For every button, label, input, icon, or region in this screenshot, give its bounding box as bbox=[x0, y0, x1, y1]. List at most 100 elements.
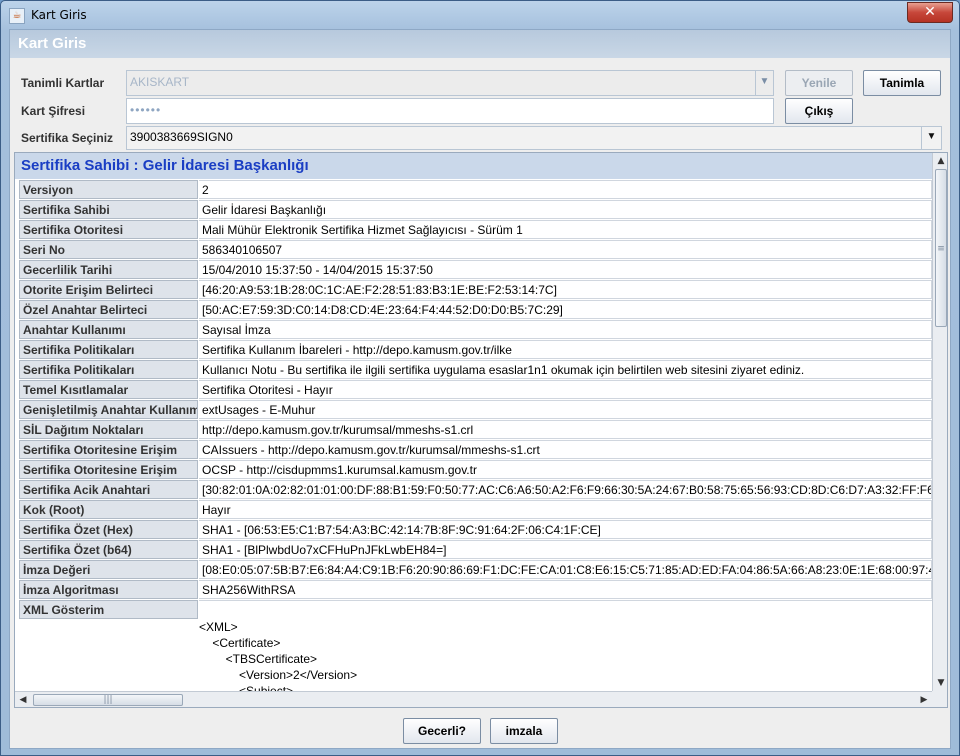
property-key: Genişletilmiş Anahtar Kullanımı bbox=[19, 400, 198, 419]
cert-property-row: Sertifika Özet (b64) SHA1 - [BlPlwbdUo7xC… bbox=[19, 540, 932, 560]
validate-button[interactable]: Gecerli? bbox=[403, 718, 481, 744]
pin-label: Kart Şifresi bbox=[21, 104, 86, 118]
property-value[interactable]: Sertifika Kullanım İbareleri - http://de… bbox=[199, 340, 932, 359]
card-label: Tanimli Kartlar bbox=[21, 76, 105, 90]
property-key: Sertifika Otoritesi bbox=[19, 220, 198, 239]
property-key: Sertifika Politikaları bbox=[19, 360, 198, 379]
cert-property-row: Sertifika Özet (Hex) SHA1 - [06:53:E5:C1:… bbox=[19, 520, 932, 540]
certificate-details-panel: Sertifika Sahibi : Gelir İdaresi Başkanl… bbox=[14, 152, 948, 708]
property-key: Versiyon bbox=[19, 180, 198, 199]
cert-property-row: Sertifika Otoritesi Mali Mühür Elektronik… bbox=[19, 220, 932, 240]
property-value[interactable]: [30:82:01:0A:02:82:01:01:00:DF:88:B1:59:… bbox=[199, 480, 932, 499]
vertical-scroll-thumb[interactable]: ≡ bbox=[935, 169, 947, 327]
cert-property-row: Otorite Erişim Belirteci [46:20:A9:53:1B:… bbox=[19, 280, 932, 300]
cert-property-row: Seri No 586340106507 bbox=[19, 240, 932, 260]
arrow-down-icon[interactable]: ▼ bbox=[933, 675, 947, 691]
pin-input[interactable]: •••••• bbox=[126, 98, 774, 124]
cert-property-row: Gecerlilik Tarihi 15/04/2010 15:37:50 - 1… bbox=[19, 260, 932, 280]
client-area: Kart Giris Tanimli Kartlar AKISKART ▼ Ye… bbox=[9, 29, 951, 749]
property-key: Otorite Erişim Belirteci bbox=[19, 280, 198, 299]
cert-property-row: Genişletilmiş Anahtar Kullanımı extUsages… bbox=[19, 400, 932, 420]
property-key: Sertifika Özet (Hex) bbox=[19, 520, 198, 539]
property-key: Seri No bbox=[19, 240, 198, 259]
property-value[interactable]: Gelir İdaresi Başkanlığı bbox=[199, 200, 932, 219]
cert-property-row: Sertifika Acik Anahtari [30:82:01:0A:02:8… bbox=[19, 480, 932, 500]
property-value[interactable]: Sertifika Otoritesi - Hayır bbox=[199, 380, 932, 399]
refresh-button[interactable]: Yenile bbox=[785, 70, 853, 96]
sign-button[interactable]: imzala bbox=[490, 718, 558, 744]
property-value[interactable]: 2 bbox=[199, 180, 932, 199]
property-value[interactable]: 586340106507 bbox=[199, 240, 932, 259]
cert-property-row: Versiyon 2 bbox=[19, 180, 932, 200]
cert-property-row: Temel Kısıtlamalar Sertifika Otoritesi - … bbox=[19, 380, 932, 400]
chevron-down-icon[interactable]: ▼ bbox=[755, 71, 773, 95]
horizontal-scrollbar[interactable]: ◀ ||| ▶ bbox=[15, 691, 932, 707]
java-cup-icon: ☕ bbox=[9, 8, 25, 24]
property-value[interactable]: Kullanıcı Notu - Bu sertifika ile ilgili… bbox=[199, 360, 932, 379]
property-key: Kok (Root) bbox=[19, 500, 198, 519]
cert-property-row: Sertifika Politikaları Kullanıcı Notu - B… bbox=[19, 360, 932, 380]
close-button[interactable]: ✕ bbox=[907, 2, 953, 23]
property-value[interactable]: [50:AC:E7:59:3D:C0:14:D8:CD:4E:23:64:F4:… bbox=[199, 300, 932, 319]
property-key: Sertifika Özet (b64) bbox=[19, 540, 198, 559]
property-key: Sertifika Sahibi bbox=[19, 200, 198, 219]
cert-property-row: SİL Dağıtım Noktaları http://depo.kamusm… bbox=[19, 420, 932, 440]
property-value[interactable]: http://depo.kamusm.gov.tr/kurumsal/mmesh… bbox=[199, 420, 932, 439]
window-title: Kart Giris bbox=[31, 8, 87, 22]
property-key: Anahtar Kullanımı bbox=[19, 320, 198, 339]
property-key: Özel Anahtar Belirteci bbox=[19, 300, 198, 319]
property-key: İmza Algoritması bbox=[19, 580, 198, 599]
xml-key: XML Gösterim bbox=[19, 600, 198, 619]
property-value[interactable]: [46:20:A9:53:1B:28:0C:1C:AE:F2:28:51:83:… bbox=[199, 280, 932, 299]
exit-button[interactable]: Çıkış bbox=[785, 98, 853, 124]
property-key: Sertifika Acik Anahtari bbox=[19, 480, 198, 499]
application-window: ☕ Kart Giris ✕ Kart Giris Tanimli Kartla… bbox=[0, 0, 960, 756]
cert-property-row: Sertifika Sahibi Gelir İdaresi Başkanlığı bbox=[19, 200, 932, 220]
cert-select-value: 3900383669SIGN0 bbox=[130, 130, 233, 144]
cert-property-row: Özel Anahtar Belirteci [50:AC:E7:59:3D:C0… bbox=[19, 300, 932, 320]
arrow-right-icon[interactable]: ▶ bbox=[916, 692, 932, 707]
property-value[interactable]: Hayır bbox=[199, 500, 932, 519]
card-select[interactable]: AKISKART ▼ bbox=[126, 70, 774, 96]
property-value[interactable]: SHA1 - [BlPlwbdUo7xCFHuPnJFkLwbEH84=] bbox=[199, 540, 932, 559]
cert-select-label: Sertifika Seçiniz bbox=[21, 131, 114, 145]
property-value[interactable]: SHA256WithRSA bbox=[199, 580, 932, 599]
cert-heading-bar: Sertifika Sahibi : Gelir İdaresi Başkanl… bbox=[15, 153, 932, 179]
property-key: Sertifika Otoritesine Erişim bbox=[19, 460, 198, 479]
cert-property-row: Sertifika Politikaları Sertifika Kullanım… bbox=[19, 340, 932, 360]
property-value[interactable]: CAIssuers - http://depo.kamusm.gov.tr/ku… bbox=[199, 440, 932, 459]
property-key: SİL Dağıtım Noktaları bbox=[19, 420, 198, 439]
property-value[interactable]: extUsages - E-Muhur bbox=[199, 400, 932, 419]
title-bar[interactable]: ☕ Kart Giris ✕ bbox=[1, 1, 959, 29]
cert-select[interactable]: 3900383669SIGN0 ▼ bbox=[126, 126, 942, 150]
property-key: Sertifika Otoritesine Erişim bbox=[19, 440, 198, 459]
cert-property-row: Anahtar Kullanımı Sayısal İmza bbox=[19, 320, 932, 340]
property-key: Sertifika Politikaları bbox=[19, 340, 198, 359]
vertical-scrollbar[interactable]: ▲ ≡ ▼ bbox=[932, 153, 947, 691]
horizontal-scroll-thumb[interactable]: ||| bbox=[33, 694, 183, 706]
chevron-down-icon[interactable]: ▼ bbox=[921, 127, 941, 149]
arrow-up-icon[interactable]: ▲ bbox=[933, 153, 947, 169]
property-value[interactable]: OCSP - http://cisdupmms1.kurumsal.kamusm… bbox=[199, 460, 932, 479]
panel-header: Kart Giris bbox=[10, 30, 950, 58]
cert-property-row: İmza Algoritması SHA256WithRSA bbox=[19, 580, 932, 600]
property-key: Gecerlilik Tarihi bbox=[19, 260, 198, 279]
property-value[interactable]: 15/04/2010 15:37:50 - 14/04/2015 15:37:5… bbox=[199, 260, 932, 279]
property-key: Temel Kısıtlamalar bbox=[19, 380, 198, 399]
property-key: İmza Değeri bbox=[19, 560, 198, 579]
property-value[interactable]: SHA1 - [06:53:E5:C1:B7:54:A3:BC:42:14:7B… bbox=[199, 520, 932, 539]
cert-property-row: Sertifika Otoritesine Erişim CAIssuers - … bbox=[19, 440, 932, 460]
panel-title: Kart Giris bbox=[18, 35, 87, 52]
define-button[interactable]: Tanimla bbox=[863, 70, 941, 96]
property-value[interactable]: Mali Mühür Elektronik Sertifika Hizmet S… bbox=[199, 220, 932, 239]
card-select-value: AKISKART bbox=[130, 75, 190, 89]
cert-property-row: İmza Değeri [08:E0:05:07:5B:B7:E6:84:A4:C… bbox=[19, 560, 932, 580]
property-value[interactable]: Sayısal İmza bbox=[199, 320, 932, 339]
cert-property-list: Versiyon 2 Sertifika Sahibi Gelir İdaresi B… bbox=[19, 180, 932, 707]
cert-property-row: Kok (Root) Hayır bbox=[19, 500, 932, 520]
property-value[interactable]: [08:E0:05:07:5B:B7:E6:84:A4:C9:1B:F6:20:… bbox=[199, 560, 932, 579]
arrow-left-icon[interactable]: ◀ bbox=[15, 692, 31, 707]
cert-heading: Sertifika Sahibi : Gelir İdaresi Başkanl… bbox=[21, 157, 309, 174]
cert-property-row: Sertifika Otoritesine Erişim OCSP - http:… bbox=[19, 460, 932, 480]
scroll-corner bbox=[932, 691, 947, 707]
